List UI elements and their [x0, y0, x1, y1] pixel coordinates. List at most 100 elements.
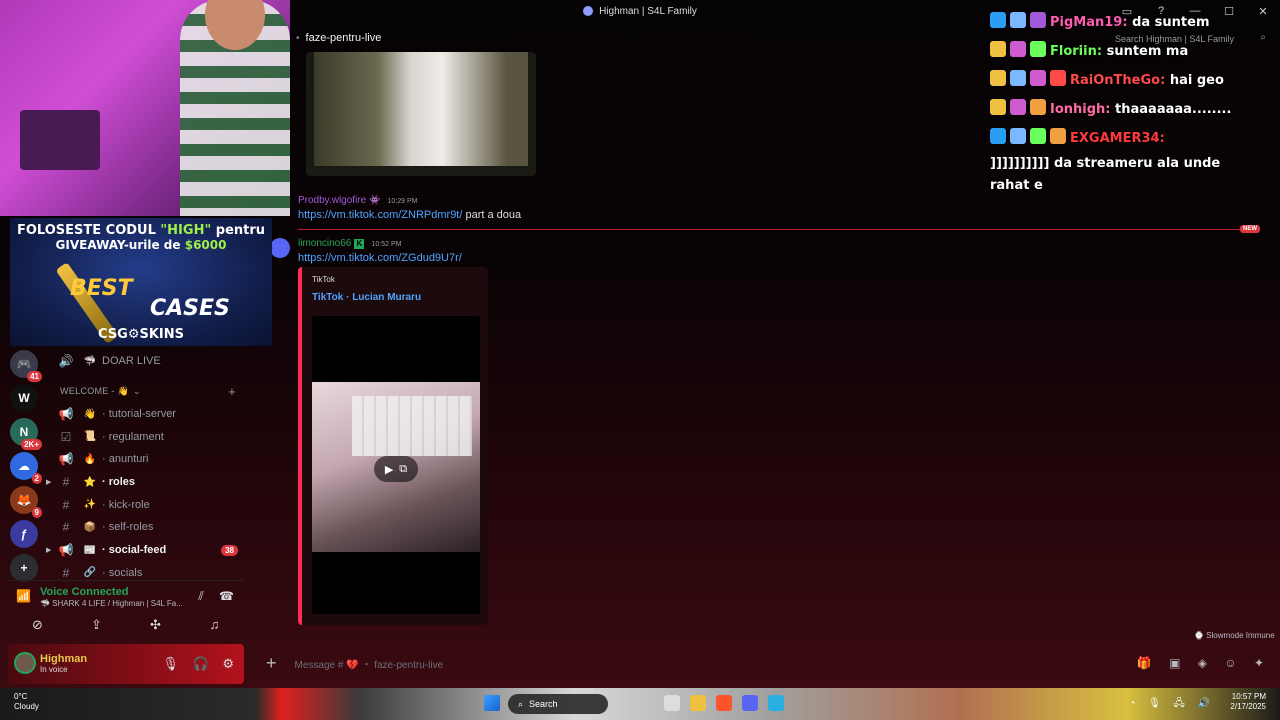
brave-icon[interactable] — [716, 695, 732, 711]
chat-badge-icon — [1030, 12, 1046, 28]
play-icon: ▶ — [384, 463, 394, 476]
message-input[interactable]: Message # 💔 ・ faze-pentru-live — [295, 656, 444, 671]
composer-icons: 🎁 ▣ ◈ ☺ ✦ — [1123, 656, 1264, 670]
open-external-icon: ⧉ — [399, 462, 408, 475]
chat-badge-icon — [990, 99, 1006, 115]
gift-icon[interactable]: 🎁 — [1137, 656, 1152, 670]
gif-icon[interactable]: ▣ — [1169, 656, 1180, 670]
start-button[interactable] — [484, 695, 500, 711]
soundboard-button[interactable]: ♫ — [195, 617, 235, 633]
user-controls: 🎙 🎧 ⚙ — [152, 656, 234, 672]
channel-self-roles[interactable]: # 📦 · self-roles — [48, 516, 248, 539]
app-logo-icon — [583, 6, 594, 16]
play-button[interactable]: ▶ ⧉ — [374, 456, 418, 482]
chat-badge-icon — [1030, 41, 1046, 57]
clock[interactable]: 10:57 PM 2/17/2025 — [1230, 692, 1266, 712]
voice-channel-path[interactable]: 🦈 SHARK 4 LIFE / Highman | S4L Fa... — [40, 599, 190, 608]
network-icon[interactable]: 🖧 — [1174, 698, 1185, 709]
microphone-icon[interactable]: 🎙 — [1148, 698, 1161, 709]
browser-icon[interactable] — [768, 695, 784, 711]
file-explorer-icon[interactable] — [690, 695, 706, 711]
channel-type-icon: # — [62, 520, 70, 535]
server-label: N — [19, 425, 29, 439]
taskbar-search[interactable]: ⌕ Search — [508, 694, 608, 714]
server-label: + — [20, 561, 28, 575]
server-icon[interactable]: 🎮 41 — [10, 350, 42, 382]
voice-status[interactable]: Voice Connected — [40, 586, 128, 598]
create-channel-button[interactable]: + — [228, 384, 236, 399]
discord-app: Highman | S4L Family ▭ ? — ☐ ✕ • faze-pe… — [0, 0, 1280, 688]
task-view-icon[interactable] — [664, 695, 680, 711]
message-link[interactable]: https://vm.tiktok.com/ZNRPdmr9t/ — [298, 209, 462, 221]
unread-badge: 9 — [31, 507, 42, 518]
user-name[interactable]: Highman — [40, 653, 87, 665]
disconnect-icon[interactable]: ☎ — [219, 589, 234, 603]
banner-line-2: GIVEAWAY-urile de $6000 — [55, 238, 227, 252]
volume-icon[interactable]: 🔊 — [1198, 698, 1210, 709]
weather-widget[interactable]: 0°C Cloudy — [14, 692, 39, 712]
server-icon[interactable]: N 2K+ — [10, 418, 42, 450]
server-icon[interactable]: ƒ — [10, 520, 38, 548]
channel-name: faze-pentru-live — [305, 32, 382, 44]
stream-chat-overlay: PigMan19: da suntem Floriin: suntem ma Rai… — [990, 8, 1280, 197]
channel-type-icon: 📢 — [58, 407, 74, 422]
tiktok-embed: TikTok TikTok · Lucian Muraru ▶ ⧉ — [298, 267, 488, 625]
tray-app-icon[interactable]: ◔ — [1129, 698, 1135, 709]
message-author[interactable]: limoncino66 — [298, 238, 351, 249]
previous-image-attachment[interactable] — [306, 52, 536, 176]
message-author[interactable]: Prodby.wlgofire — [298, 195, 366, 206]
channel-social-feed[interactable]: ▶ 📢 📰 · social-feed 38 — [46, 539, 248, 562]
chat-text: suntem ma — [1106, 44, 1189, 59]
activities-button[interactable]: ✣ — [136, 617, 176, 633]
chat-username: Ionhigh: — [1050, 102, 1111, 117]
message-link[interactable]: https://vm.tiktok.com/ZGdud9U7r/ — [298, 252, 462, 264]
apps-icon[interactable]: ✦ — [1254, 656, 1264, 670]
chat-badge-icon — [1030, 70, 1046, 86]
chat-username: Floriin: — [1050, 44, 1103, 59]
embed-title[interactable]: TikTok · Lucian Muraru — [312, 292, 421, 303]
server-icon[interactable]: ☁ 2 — [10, 452, 42, 484]
message-body: https://vm.tiktok.com/ZNRPdmr9t/ part a … — [298, 209, 521, 221]
voice-channel-doar-live[interactable]: 🔊 🦈 DOAR LIVE — [48, 350, 248, 373]
discord-icon[interactable] — [742, 695, 758, 711]
sticker-icon[interactable]: ◈ — [1198, 656, 1207, 670]
server-icon[interactable]: W — [10, 384, 38, 412]
chat-username: RaiOnTheGo: — [1070, 73, 1166, 88]
gear-icon[interactable]: ⚙ — [222, 656, 234, 671]
chat-badge-icon — [990, 128, 1006, 144]
server-icon[interactable]: + — [10, 554, 38, 582]
category-welcome[interactable]: WELCOME - 👋 ⌄ + — [48, 381, 248, 403]
channel-emoji: 📰 — [83, 544, 97, 556]
add-attachment-button[interactable]: + — [266, 653, 277, 674]
clock-time: 10:57 PM — [1231, 692, 1266, 701]
video-thumbnail[interactable]: ▶ ⧉ — [312, 316, 480, 614]
message-composer[interactable]: + Message # 💔 ・ faze-pentru-live 🎁 ▣ ◈ ☺… — [256, 650, 1272, 676]
channel-regulament[interactable]: ☑ 📜 · regulament — [48, 425, 248, 448]
slowmode-indicator: ⌚ Slowmode Immune — [1194, 631, 1275, 640]
noise-suppression-icon[interactable]: ⫽ — [198, 589, 203, 603]
camera-off-button[interactable]: ⊘ — [18, 617, 58, 633]
server-list: 🎮 41 W N 2K+ ☁ 2 🦊 9 ƒ + — [8, 350, 42, 588]
search-icon: ⌕ — [518, 698, 524, 709]
embed-provider: TikTok — [312, 275, 335, 284]
channel-anunturi[interactable]: 📢 🔥 · anunturi — [48, 448, 248, 471]
server-label: 🎮 — [16, 357, 32, 371]
channel-emoji: 📦 — [83, 521, 97, 533]
unread-badge: 2K+ — [21, 439, 42, 450]
channel-kick-role[interactable]: # ✨ · kick-role — [48, 493, 248, 516]
channel-tutorial-server[interactable]: 📢 👋 · tutorial-server — [48, 403, 248, 426]
banner-line-1: FOLOSESTE CODUL "HIGH" pentru — [16, 223, 266, 238]
channel-dot-icon: • — [296, 32, 300, 44]
avatar[interactable] — [14, 652, 36, 674]
server-icon[interactable]: 🦊 9 — [10, 486, 42, 518]
window-title: Highman | S4L Family — [599, 5, 697, 17]
channel-emoji: 🔥 — [83, 453, 97, 465]
microphone-icon[interactable]: 🎙 — [162, 656, 179, 671]
avatar[interactable] — [270, 238, 290, 258]
headphones-icon[interactable]: 🎧 — [193, 656, 209, 671]
emoji-icon[interactable]: ☺ — [1224, 656, 1236, 670]
screen-share-button[interactable]: ⇪ — [77, 617, 117, 633]
channel-label: · social-feed — [102, 544, 167, 557]
channel-roles[interactable]: ▶ # ⭐ · roles — [46, 471, 248, 494]
chat-badge-icon — [990, 70, 1006, 86]
